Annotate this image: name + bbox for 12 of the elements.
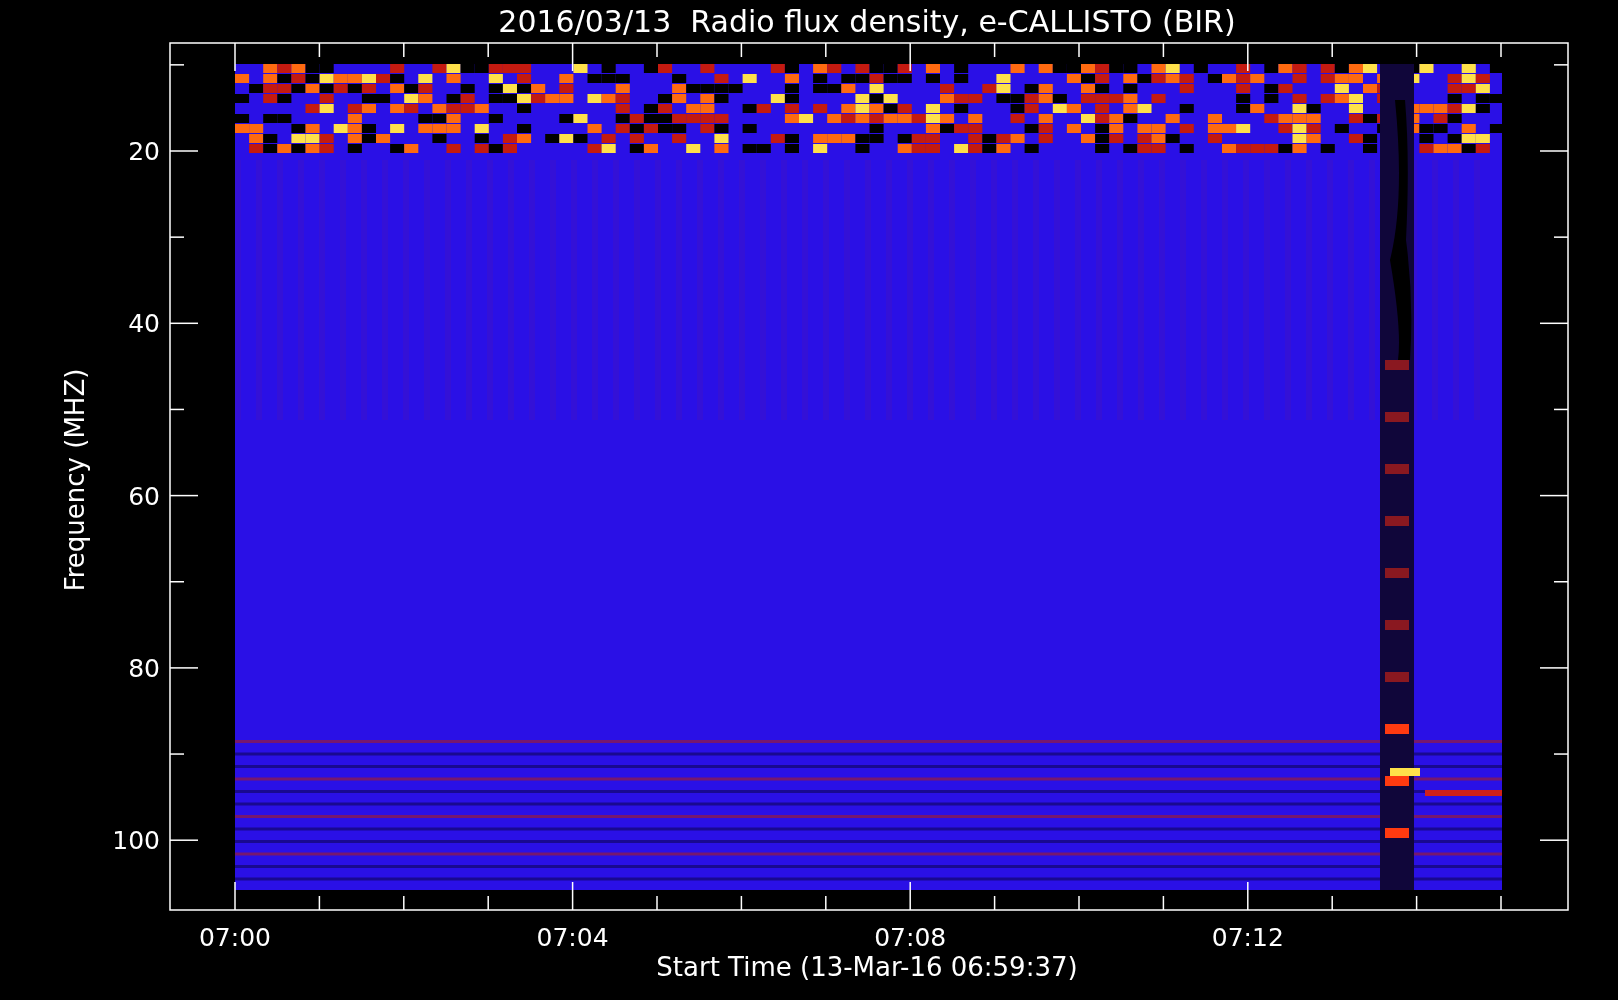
x-tick-label: 07:12 <box>1211 923 1284 952</box>
x-tick-label: 07:00 <box>199 923 271 952</box>
y-tick-label: 60 <box>128 481 160 511</box>
x-tick-label: 07:04 <box>536 923 609 952</box>
y-tick-label: 40 <box>128 309 160 339</box>
y-tick-label: 80 <box>128 653 160 683</box>
y-tick-label: 20 <box>128 137 160 166</box>
chart-title: 2016/03/13 Radio flux density, e-CALLISTO (BIR) <box>498 4 1236 39</box>
y-axis-label: Frequency (MHZ) <box>60 368 90 592</box>
y-tick-label: 100 <box>112 826 160 856</box>
x-axis-label: Start Time (13-Mar-16 06:59:37) <box>656 952 1078 982</box>
x-tick-label: 07:08 <box>874 923 947 952</box>
